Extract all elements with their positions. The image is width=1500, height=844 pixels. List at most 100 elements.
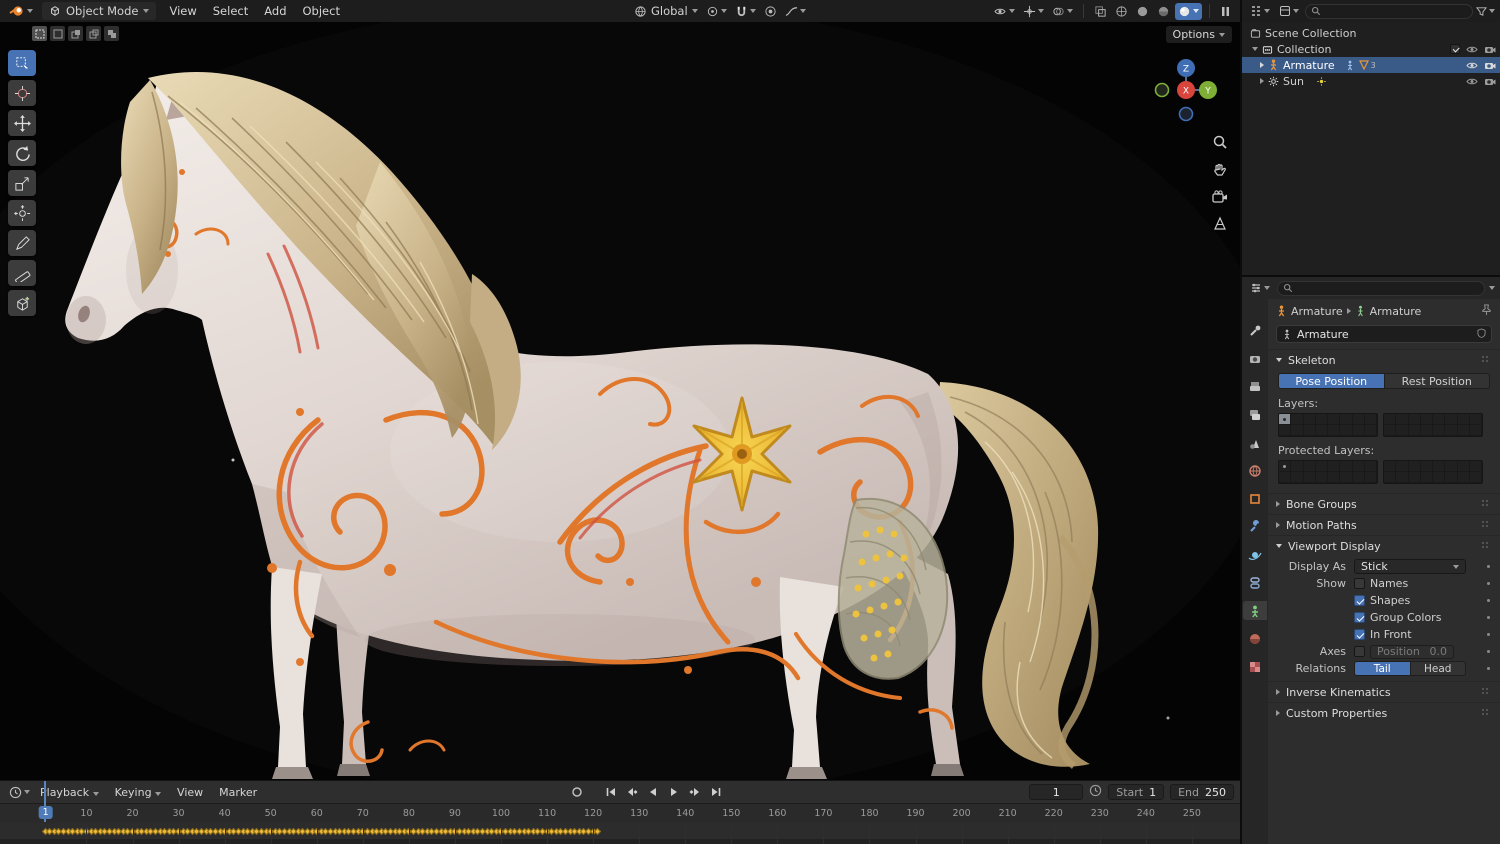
layer-cell[interactable] xyxy=(1408,472,1421,483)
layer-cell[interactable] xyxy=(1420,461,1433,472)
layer-cell[interactable] xyxy=(1364,414,1377,425)
layer-cell[interactable] xyxy=(1420,414,1433,425)
viewport-3d[interactable]: Options Z Y X xyxy=(0,22,1240,780)
shading-solid-button[interactable] xyxy=(1133,3,1152,20)
layer-cell[interactable] xyxy=(1420,472,1433,483)
layer-cell[interactable] xyxy=(1352,425,1365,436)
play-reverse-button[interactable] xyxy=(644,784,662,800)
layer-cell[interactable] xyxy=(1433,472,1446,483)
layer-cell[interactable] xyxy=(1420,425,1433,436)
layer-cell[interactable] xyxy=(1457,425,1470,436)
layer-cell[interactable] xyxy=(1408,461,1421,472)
timeline-ruler[interactable]: 10 20 30 40 50 60 70 80 90 100 110 120 130 140 150 160 1… xyxy=(0,803,1240,823)
disable-render-camera-icon[interactable] xyxy=(1484,76,1496,86)
breadcrumb-object-label[interactable]: Armature xyxy=(1291,305,1343,318)
pause-sync-icon[interactable] xyxy=(1217,4,1234,19)
select-mode-intersect-icon[interactable] xyxy=(104,26,119,41)
viewport-options-dropdown[interactable]: Options xyxy=(1165,26,1232,43)
tab-object-icon[interactable] xyxy=(1243,489,1267,508)
layer-cell[interactable] xyxy=(1303,425,1316,436)
proportional-falloff-dropdown[interactable] xyxy=(782,3,809,20)
layer-cell[interactable] xyxy=(1384,425,1397,436)
layer-cell[interactable] xyxy=(1408,414,1421,425)
layer-cell[interactable] xyxy=(1291,425,1304,436)
expand-caret-icon[interactable] xyxy=(1260,78,1264,84)
layer-cell[interactable] xyxy=(1396,472,1409,483)
panel-grip-icon[interactable] xyxy=(1482,500,1492,508)
outliner-row-sun[interactable]: Sun xyxy=(1242,73,1500,89)
playhead-frame-badge[interactable]: 1 xyxy=(38,806,53,819)
layer-cell[interactable] xyxy=(1328,461,1341,472)
camera-view-icon[interactable] xyxy=(1212,190,1228,207)
tool-transform-button[interactable] xyxy=(8,200,36,226)
layer-cell[interactable] xyxy=(1279,425,1292,436)
layer-cell[interactable] xyxy=(1315,461,1328,472)
layer-cell[interactable] xyxy=(1352,461,1365,472)
pin-icon[interactable] xyxy=(1481,304,1492,319)
timeline-menu-view[interactable]: View xyxy=(170,784,210,801)
tab-world-icon[interactable] xyxy=(1243,461,1267,480)
timeline-menu-keying[interactable]: Keying xyxy=(108,784,168,801)
layer-cell[interactable] xyxy=(1303,472,1316,483)
outliner-row-armature[interactable]: Armature 3 xyxy=(1242,57,1500,73)
hide-eye-icon[interactable] xyxy=(1466,60,1478,71)
section-inverse-kinematics[interactable]: Inverse Kinematics xyxy=(1268,681,1500,702)
layer-cell[interactable] xyxy=(1340,461,1353,472)
start-frame-field[interactable]: Start 1 xyxy=(1108,784,1165,800)
menu-view[interactable]: View xyxy=(162,2,203,20)
layer-cell[interactable] xyxy=(1303,461,1316,472)
layer-cell[interactable] xyxy=(1384,472,1397,483)
properties-editor-type-dropdown[interactable] xyxy=(1247,280,1273,296)
menu-select[interactable]: Select xyxy=(206,2,255,20)
axes-position-field[interactable]: Position 0.0 xyxy=(1370,644,1454,659)
layer-cell[interactable] xyxy=(1352,472,1365,483)
section-motion-paths[interactable]: Motion Paths xyxy=(1268,514,1500,535)
preview-range-icon[interactable] xyxy=(1089,784,1102,800)
armature-layers-grid[interactable] xyxy=(1268,412,1500,440)
perspective-toggle-icon[interactable] xyxy=(1212,216,1228,235)
fake-user-shield-icon[interactable] xyxy=(1477,327,1486,341)
layer-cell[interactable] xyxy=(1279,461,1292,472)
next-keyframe-button[interactable] xyxy=(686,784,704,800)
layer-cell[interactable] xyxy=(1384,461,1397,472)
disable-render-camera-icon[interactable] xyxy=(1484,60,1496,70)
in-front-checkbox[interactable] xyxy=(1354,629,1365,640)
tab-constraints-icon[interactable] xyxy=(1243,573,1267,592)
animate-dot[interactable] xyxy=(1487,667,1490,670)
section-custom-properties[interactable]: Custom Properties xyxy=(1268,702,1500,723)
layer-cell[interactable] xyxy=(1433,414,1446,425)
overlays-dropdown[interactable] xyxy=(1049,3,1076,20)
names-checkbox[interactable] xyxy=(1354,578,1365,589)
panel-grip-icon[interactable] xyxy=(1482,521,1492,529)
tab-output-icon[interactable] xyxy=(1243,377,1267,396)
layer-cell[interactable] xyxy=(1315,425,1328,436)
hide-eye-icon[interactable] xyxy=(1466,76,1478,87)
panel-grip-icon[interactable] xyxy=(1482,709,1492,717)
tool-add-cube-button[interactable] xyxy=(8,290,36,316)
shading-wireframe-button[interactable] xyxy=(1112,3,1131,20)
layer-cell[interactable] xyxy=(1396,414,1409,425)
tab-scene-icon[interactable] xyxy=(1243,433,1267,452)
tab-object-data-icon[interactable] xyxy=(1243,601,1267,620)
select-mode-extend-icon[interactable] xyxy=(68,26,83,41)
layer-cell[interactable] xyxy=(1457,472,1470,483)
end-frame-field[interactable]: End 250 xyxy=(1170,784,1234,800)
layer-cell[interactable] xyxy=(1315,472,1328,483)
layer-cell[interactable] xyxy=(1469,425,1482,436)
layer-cell[interactable] xyxy=(1384,414,1397,425)
group-colors-checkbox[interactable] xyxy=(1354,612,1365,623)
timeline-menu-marker[interactable]: Marker xyxy=(212,784,264,801)
tab-material-icon[interactable] xyxy=(1243,629,1267,648)
tool-rotate-button[interactable] xyxy=(8,140,36,166)
layer-cell[interactable] xyxy=(1408,425,1421,436)
pose-position-button[interactable]: Pose Position xyxy=(1278,373,1385,389)
layer-cell[interactable] xyxy=(1364,461,1377,472)
panel-grip-icon[interactable] xyxy=(1482,542,1492,550)
disable-render-camera-icon[interactable] xyxy=(1484,44,1496,54)
axes-checkbox[interactable] xyxy=(1354,646,1365,657)
relations-tail-button[interactable]: Tail xyxy=(1354,661,1411,676)
outliner-filter-dropdown[interactable] xyxy=(1476,6,1495,17)
tab-tool-icon[interactable] xyxy=(1243,321,1267,340)
auto-keyframe-toggle[interactable] xyxy=(568,784,586,800)
animate-dot[interactable] xyxy=(1487,582,1490,585)
